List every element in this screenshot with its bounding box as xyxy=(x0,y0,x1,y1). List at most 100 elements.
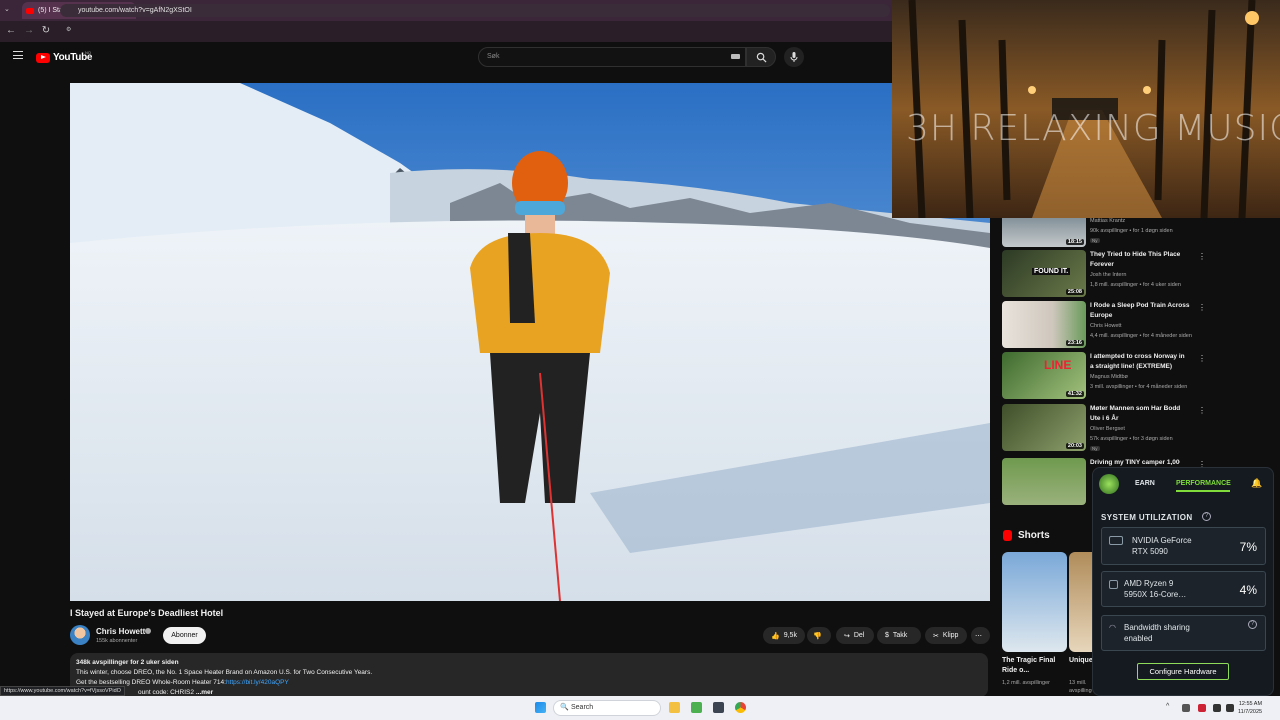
channel-name[interactable]: Chris Howett xyxy=(1090,323,1200,329)
search-input[interactable]: Søk xyxy=(478,47,746,67)
clip-label: Klipp xyxy=(942,632,959,639)
hamburger-menu-icon[interactable] xyxy=(13,51,23,59)
video-title[interactable]: Møter Mannen som Har Bodd Ute i 6 År xyxy=(1090,404,1190,424)
tab-performance-underline xyxy=(1176,490,1230,492)
system-clock[interactable]: 12:55 AM 11/7/2025 xyxy=(1238,700,1262,716)
more-options-icon[interactable]: ⋮ xyxy=(1198,354,1206,363)
description-line-2: Get the bestselling DREO Whole-Room Heat… xyxy=(76,678,982,688)
youtube-play-icon xyxy=(36,52,50,63)
taskbar-search-label: Search xyxy=(571,704,594,711)
subscribe-button[interactable]: Abonner xyxy=(163,627,206,644)
search-button[interactable] xyxy=(746,47,776,67)
share-button[interactable]: ↪ Del xyxy=(836,627,874,644)
video-thumbnail[interactable]: 23:16 xyxy=(1002,301,1086,348)
tab-performance[interactable]: PERFORMANCE xyxy=(1176,480,1231,487)
thumbnail-text: LINE xyxy=(1044,358,1072,372)
app-logo-icon xyxy=(1099,474,1119,494)
picture-in-picture-video[interactable]: 3H RELAXING MUSIC xyxy=(892,0,1280,218)
thumbs-up-icon: 👍 xyxy=(771,632,780,640)
network-icon[interactable] xyxy=(1213,704,1221,712)
share-label: Del xyxy=(853,632,865,639)
video-title[interactable]: I Rode a Sleep Pod Train Across Europe xyxy=(1090,301,1190,321)
show-more-button[interactable]: ...mer xyxy=(196,689,213,696)
video-player[interactable] xyxy=(70,83,990,601)
more-actions-button[interactable]: ⋯ xyxy=(971,627,990,644)
volume-icon[interactable] xyxy=(1226,704,1234,712)
verified-check-icon xyxy=(145,628,151,634)
video-meta: 3 mill. avspillinger • for 4 måneder sid… xyxy=(1090,384,1188,390)
channel-name[interactable]: Chris Howett xyxy=(96,627,145,636)
like-button[interactable]: 👍 9,5k xyxy=(763,627,805,644)
search-icon xyxy=(756,52,767,63)
back-button[interactable]: ← xyxy=(5,25,17,36)
short-thumbnail[interactable] xyxy=(1069,552,1092,652)
more-options-icon[interactable]: ⋮ xyxy=(1198,406,1206,415)
notifications-bell-icon[interactable]: 🔔 xyxy=(1251,478,1262,489)
short-views: 13 mill. avspillinger xyxy=(1069,680,1092,694)
gpu-card: NVIDIA GeForce RTX 5090 7% xyxy=(1101,527,1266,565)
description-link[interactable]: https://bit.ly/420aQPY xyxy=(226,679,289,686)
channel-name[interactable]: Oliver Bergset xyxy=(1090,426,1200,432)
video-thumbnail[interactable]: FOUND IT. 25:08 xyxy=(1002,250,1086,297)
video-thumbnail[interactable] xyxy=(1002,458,1086,505)
channel-avatar[interactable] xyxy=(70,625,90,645)
windows-start-icon[interactable] xyxy=(535,702,546,713)
system-utilization-widget: EARN PERFORMANCE 🔔 SYSTEM UTILIZATION ? … xyxy=(1092,467,1274,696)
share-icon: ↪ xyxy=(844,632,850,640)
more-icon: ⋯ xyxy=(975,632,982,640)
status-bar-url: https://www.youtube.com/watch?v=fVjssoVP… xyxy=(0,686,125,696)
video-title[interactable]: They Tried to Hide This Place Forever xyxy=(1090,250,1190,270)
help-icon[interactable]: ? xyxy=(1202,512,1211,521)
tab-earn[interactable]: EARN xyxy=(1135,480,1155,487)
short-title[interactable]: The Tragic Final Ride o... xyxy=(1002,656,1062,676)
tray-app-icon[interactable] xyxy=(1198,704,1206,712)
more-options-icon[interactable]: ⋮ xyxy=(1198,252,1206,261)
description-box[interactable]: 348k avspillinger for 2 uker siden This … xyxy=(70,653,988,697)
configure-hardware-button[interactable]: Configure Hardware xyxy=(1137,663,1229,680)
description-text: Get the bestselling DREO Whole-Room Heat… xyxy=(76,679,226,686)
site-info-icon[interactable]: ⚙ xyxy=(66,26,71,33)
dislike-button[interactable]: 👎 xyxy=(807,627,831,644)
like-count: 9,5k xyxy=(783,632,797,639)
taskbar-search[interactable]: Search xyxy=(553,700,661,716)
tray-app-icon[interactable] xyxy=(1182,704,1190,712)
duration-badge: 41:32 xyxy=(1065,391,1084,397)
short-thumbnail[interactable] xyxy=(1002,552,1067,652)
voice-search-button[interactable] xyxy=(784,47,804,67)
address-bar[interactable]: youtube.com/watch?v=gAfN2gXStOI xyxy=(60,4,890,17)
app-icon[interactable] xyxy=(713,702,724,713)
channel-name[interactable]: Josh the Intern xyxy=(1090,272,1200,278)
short-title[interactable]: Unique Capsu... xyxy=(1069,656,1092,666)
video-title[interactable]: I attempted to cross Norway in a straigh… xyxy=(1090,352,1190,372)
gpu-icon xyxy=(1109,536,1123,545)
bandwidth-icon: ◠ xyxy=(1109,623,1116,632)
cpu-utilization-value: 4% xyxy=(1239,583,1257,597)
video-thumbnail[interactable]: LINE 41:32 xyxy=(1002,352,1086,399)
reload-button[interactable]: ↻ xyxy=(40,25,52,36)
app-icon[interactable] xyxy=(691,702,702,713)
video-title: I Stayed at Europe's Deadliest Hotel xyxy=(70,608,224,618)
system-utilization-heading: SYSTEM UTILIZATION xyxy=(1101,513,1193,522)
scissors-icon: ✂ xyxy=(933,632,939,640)
thanks-label: Takk xyxy=(892,632,908,639)
tab-list-button[interactable]: ⌄ xyxy=(4,5,10,13)
gpu-name-line-1: NVIDIA GeForce xyxy=(1132,536,1192,545)
thanks-button[interactable]: $ Takk xyxy=(877,627,921,644)
cpu-name-line-1: AMD Ryzen 9 xyxy=(1124,579,1174,588)
video-meta: 1,8 mill. avspillinger • for 4 uker side… xyxy=(1090,282,1181,288)
discount-text: ount code: CHRIS2 xyxy=(138,689,195,696)
duration-badge: 18:15 xyxy=(1065,239,1084,245)
forward-button[interactable]: → xyxy=(23,25,35,36)
video-thumbnail[interactable]: 20:03 xyxy=(1002,404,1086,451)
keyboard-icon[interactable] xyxy=(731,54,740,59)
subscriber-count: 155k abonnenter xyxy=(96,638,138,644)
more-options-icon[interactable]: ⋮ xyxy=(1198,303,1206,312)
youtube-logo[interactable]: YouTube xyxy=(36,52,93,63)
clip-button[interactable]: ✂ Klipp xyxy=(925,627,967,644)
tray-chevron-icon[interactable]: ^ xyxy=(1166,703,1169,710)
chrome-icon[interactable] xyxy=(735,702,746,713)
file-explorer-icon[interactable] xyxy=(669,702,680,713)
bandwidth-help-icon[interactable]: ? xyxy=(1248,620,1257,629)
channel-name[interactable]: Magnus Midtbø xyxy=(1090,374,1200,380)
channel-name[interactable]: Mattias Krantz xyxy=(1090,218,1200,224)
